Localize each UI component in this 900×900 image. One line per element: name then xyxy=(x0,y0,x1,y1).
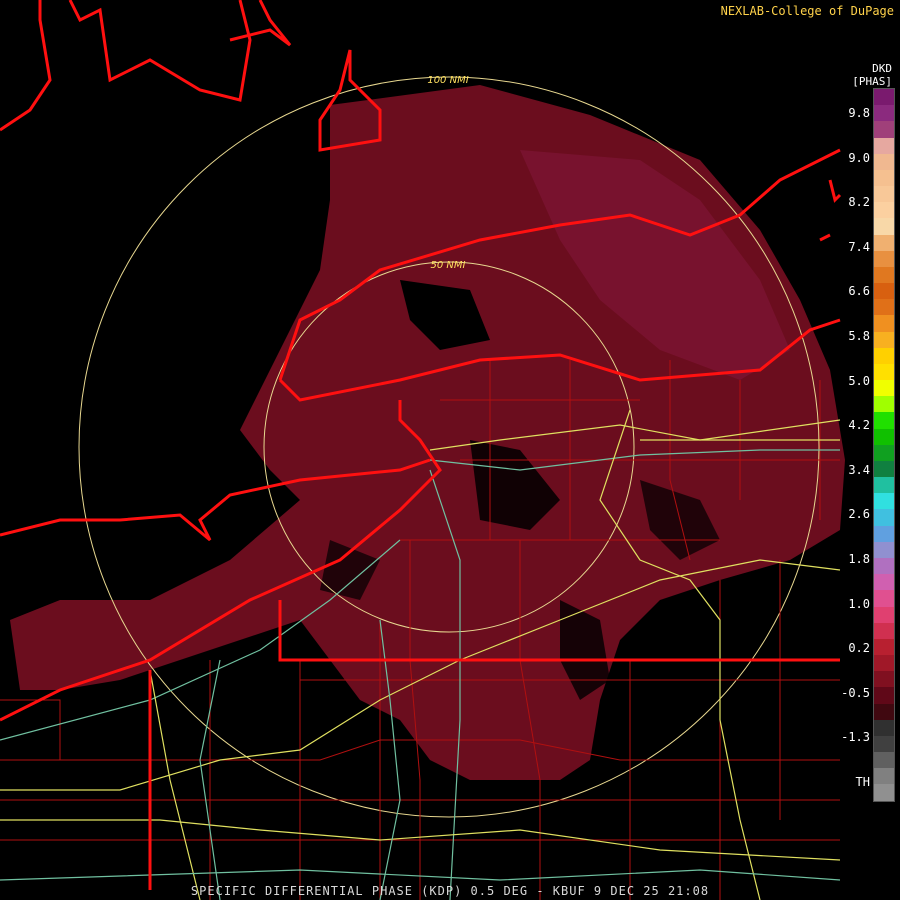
legend-swatch xyxy=(874,574,894,591)
legend-swatch xyxy=(874,703,894,720)
legend-swatch xyxy=(874,121,894,138)
radar-map: 100 NMI 50 NMI xyxy=(0,0,845,900)
legend-swatch xyxy=(874,153,894,170)
credit-label: NEXLAB-College of DuPage xyxy=(720,4,894,18)
legend-swatch xyxy=(874,687,894,704)
legend-tick: -1.3 xyxy=(841,730,870,745)
legend-swatch xyxy=(874,315,894,332)
legend-swatch xyxy=(874,784,894,801)
legend-tick: 1.0 xyxy=(848,596,870,611)
legend-swatch xyxy=(874,606,894,623)
legend-swatch xyxy=(874,283,894,300)
legend-swatch xyxy=(874,477,894,494)
legend-swatch xyxy=(874,752,894,769)
legend-swatch xyxy=(874,671,894,688)
legend-swatch xyxy=(874,557,894,575)
legend-swatch xyxy=(874,266,894,284)
legend-swatch xyxy=(874,444,894,461)
legend-tick: 0.2 xyxy=(848,641,870,656)
legend-tick: 9.8 xyxy=(848,106,870,120)
legend-swatch xyxy=(874,105,894,122)
legend-swatch xyxy=(874,299,894,316)
legend-swatch xyxy=(874,768,894,785)
legend-tick: -0.5 xyxy=(841,685,870,700)
legend-swatch xyxy=(874,202,894,219)
legend-tick: 5.0 xyxy=(848,373,870,388)
legend-swatch xyxy=(874,509,894,526)
range-ring-50-label: 50 NMI xyxy=(431,260,466,271)
range-ring-100-label: 100 NMI xyxy=(427,75,468,86)
legend-tick: 5.8 xyxy=(848,329,870,343)
legend-swatch xyxy=(874,347,894,364)
legend-swatch xyxy=(874,218,894,235)
legend-unit-label: [PHAS] xyxy=(852,75,892,88)
legend-swatch xyxy=(874,396,894,413)
legend-tick: 2.6 xyxy=(848,507,870,522)
legend-tick: 4.2 xyxy=(848,418,870,433)
legend-tick: 1.8 xyxy=(848,552,870,566)
legend-swatch xyxy=(874,331,894,348)
legend-swatch xyxy=(874,541,894,558)
legend-swatch xyxy=(874,638,894,656)
legend-swatch xyxy=(874,493,894,510)
legend-swatch xyxy=(874,428,894,445)
legend-swatch xyxy=(874,735,894,753)
legend-swatch xyxy=(874,380,894,397)
legend-tick: 7.4 xyxy=(848,239,870,254)
legend-swatch xyxy=(874,622,894,639)
legend-swatch xyxy=(874,525,894,542)
legend-swatch xyxy=(874,89,894,106)
legend-swatch xyxy=(874,655,894,672)
product-caption: SPECIFIC DIFFERENTIAL PHASE (KDP) 0.5 DE… xyxy=(190,884,710,898)
legend-swatch xyxy=(874,460,894,478)
legend-tick: 8.2 xyxy=(848,195,870,210)
legend-swatch xyxy=(874,412,894,429)
legend-swatch xyxy=(874,234,894,251)
legend-unit-top: DKD xyxy=(872,62,892,75)
legend-title: DKD [PHAS] xyxy=(852,62,892,88)
legend-swatch xyxy=(874,169,894,187)
legend-tick: TH xyxy=(855,775,870,789)
legend-swatch xyxy=(874,590,894,607)
legend-swatch xyxy=(874,186,894,203)
legend-swatch xyxy=(874,719,894,736)
legend-swatch xyxy=(874,250,894,267)
legend-tick: 6.6 xyxy=(848,284,870,299)
legend-tick: 3.4 xyxy=(848,462,870,477)
legend-swatch xyxy=(874,363,894,381)
legend-swatch xyxy=(874,137,894,154)
legend-tick: 9.0 xyxy=(848,150,870,165)
color-legend xyxy=(873,88,895,802)
